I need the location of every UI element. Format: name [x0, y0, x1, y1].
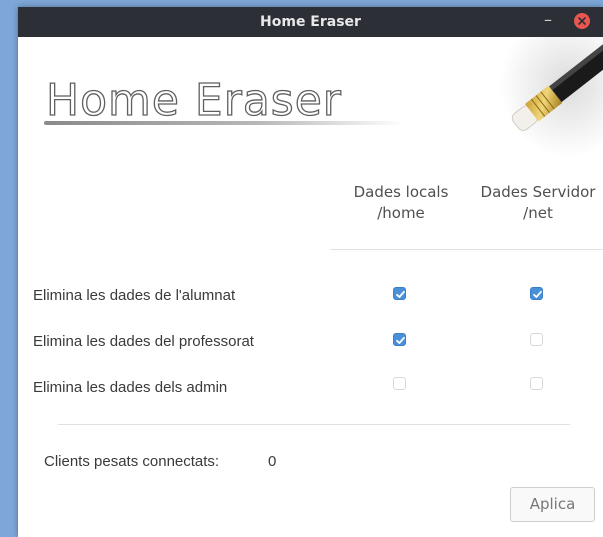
check-icon: [533, 290, 542, 298]
checkbox-alumnat-server[interactable]: [530, 287, 543, 300]
pencil-eraser-icon: [488, 37, 603, 157]
logo-underline: [44, 121, 404, 125]
header-divider: [330, 249, 603, 250]
banner: Home Eraser: [18, 37, 603, 167]
row-label-alumnat: Elimina les dades de l'alumnat: [33, 287, 236, 304]
column-header-local: Dades locals /home: [331, 182, 471, 224]
column-header-server-title: Dades Servidor: [480, 183, 596, 201]
checkbox-admin-local[interactable]: [393, 377, 406, 390]
logo-title: Home Eraser: [45, 74, 342, 126]
row-label-admin: Elimina les dades dels admin: [33, 379, 228, 396]
column-header-server-path: /net: [523, 204, 553, 222]
check-icon: [396, 290, 405, 298]
minimize-icon: –: [544, 10, 552, 29]
row-label-professorat: Elimina les dades del professorat: [33, 333, 254, 350]
title-bar[interactable]: Home Eraser –: [18, 7, 603, 37]
minimize-button[interactable]: –: [538, 11, 558, 31]
column-header-local-path: /home: [377, 204, 425, 222]
checkbox-admin-server[interactable]: [530, 377, 543, 390]
close-button[interactable]: [574, 13, 590, 29]
clients-label: Clients pesats connectats:: [44, 453, 220, 470]
checkbox-professorat-local[interactable]: [393, 333, 406, 346]
clients-count: 0: [268, 453, 277, 470]
app-window: Home Eraser – Home Eraser Dades locals /…: [18, 7, 603, 537]
window-title: Home Eraser: [260, 14, 361, 30]
check-icon: [396, 336, 405, 344]
column-header-local-title: Dades locals: [353, 183, 449, 201]
column-header-server: Dades Servidor /net: [468, 182, 603, 224]
section-divider: [58, 424, 570, 425]
apply-button[interactable]: Aplica: [510, 487, 595, 522]
close-icon: [578, 17, 586, 25]
checkbox-professorat-server[interactable]: [530, 333, 543, 346]
checkbox-alumnat-local[interactable]: [393, 287, 406, 300]
